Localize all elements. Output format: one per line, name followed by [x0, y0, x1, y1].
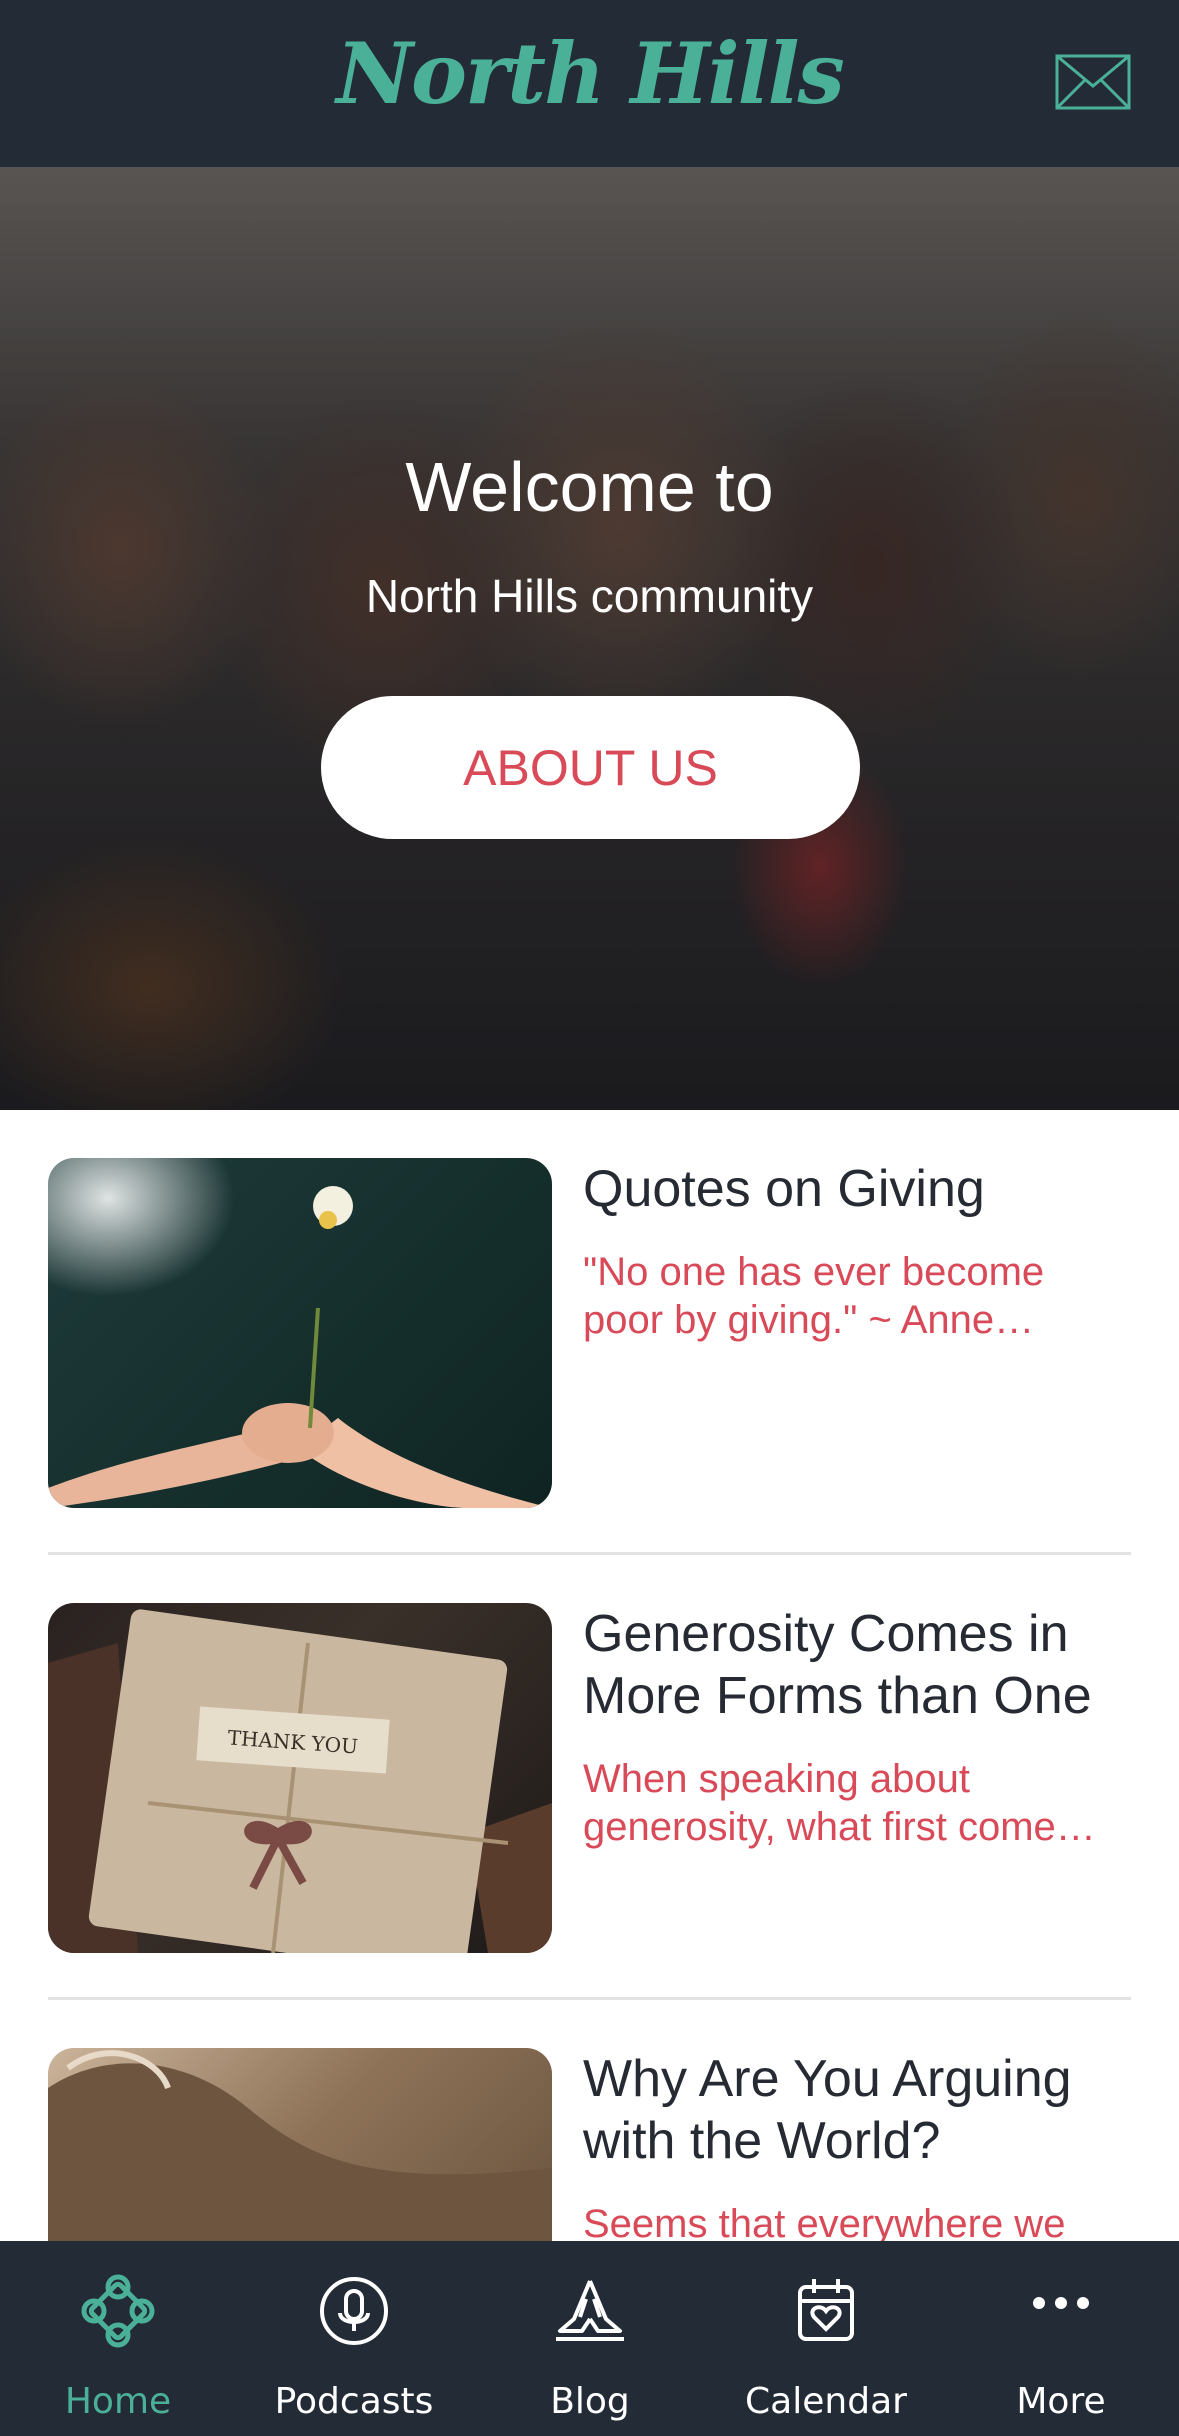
tab-label: Home: [64, 2381, 172, 2422]
post-excerpt: When speaking about generosity, what fir…: [583, 1757, 1096, 1849]
calendar-heart-icon: [798, 2279, 854, 2341]
tab-home[interactable]: Home: [0, 2241, 236, 2436]
post-thumbnail: [48, 1158, 552, 1508]
giving-hands-image: [48, 1186, 552, 1508]
tab-label: Podcasts: [274, 2381, 434, 2422]
feed-item[interactable]: THANK YOU Generosity Comes in More Forms…: [48, 1603, 1131, 1953]
feed-divider: [48, 1552, 1131, 1555]
bottom-tab-bar: Home Podcasts Blog Calendar More: [0, 2241, 1179, 2436]
tab-more[interactable]: More: [943, 2241, 1179, 2436]
about-us-button[interactable]: ABOUT US: [321, 696, 860, 839]
post-title: Generosity Comes in More Forms than One: [583, 1605, 1092, 1725]
app-logo: North Hills: [336, 24, 845, 123]
celtic-knot-icon: [81, 2274, 155, 2348]
post-title: Quotes on Giving: [583, 1160, 985, 1218]
tab-podcasts[interactable]: Podcasts: [236, 2241, 472, 2436]
mail-icon: [1055, 54, 1131, 110]
post-thumbnail: THANK YOU: [48, 1603, 552, 1953]
gift-box-image: THANK YOU: [48, 1609, 552, 1953]
feed-divider: [48, 1997, 1131, 2000]
tab-label: Blog: [550, 2381, 630, 2422]
hero-image-overlay: [0, 167, 1179, 1110]
praying-hands-icon: [556, 2280, 624, 2341]
tab-label: More: [1016, 2381, 1106, 2422]
microphone-icon: [320, 2277, 388, 2345]
tab-calendar[interactable]: Calendar: [708, 2241, 944, 2436]
hero-banner: Welcome to North Hills community ABOUT U…: [0, 167, 1179, 1110]
app-header: North Hills: [0, 0, 1179, 167]
mail-button[interactable]: [1055, 52, 1131, 112]
more-dots-icon: [1033, 2297, 1089, 2309]
tab-label: Calendar: [745, 2381, 907, 2422]
tab-blog[interactable]: Blog: [472, 2241, 708, 2436]
hero-title: Welcome to: [405, 448, 774, 526]
post-excerpt: "No one has ever become poor by giving."…: [583, 1250, 1045, 1342]
post-title: Why Are You Arguing with the World?: [583, 2050, 1072, 2170]
feed-item[interactable]: Quotes on Giving "No one has ever become…: [48, 1158, 1131, 1508]
hero-subtitle: North Hills community: [365, 570, 814, 622]
